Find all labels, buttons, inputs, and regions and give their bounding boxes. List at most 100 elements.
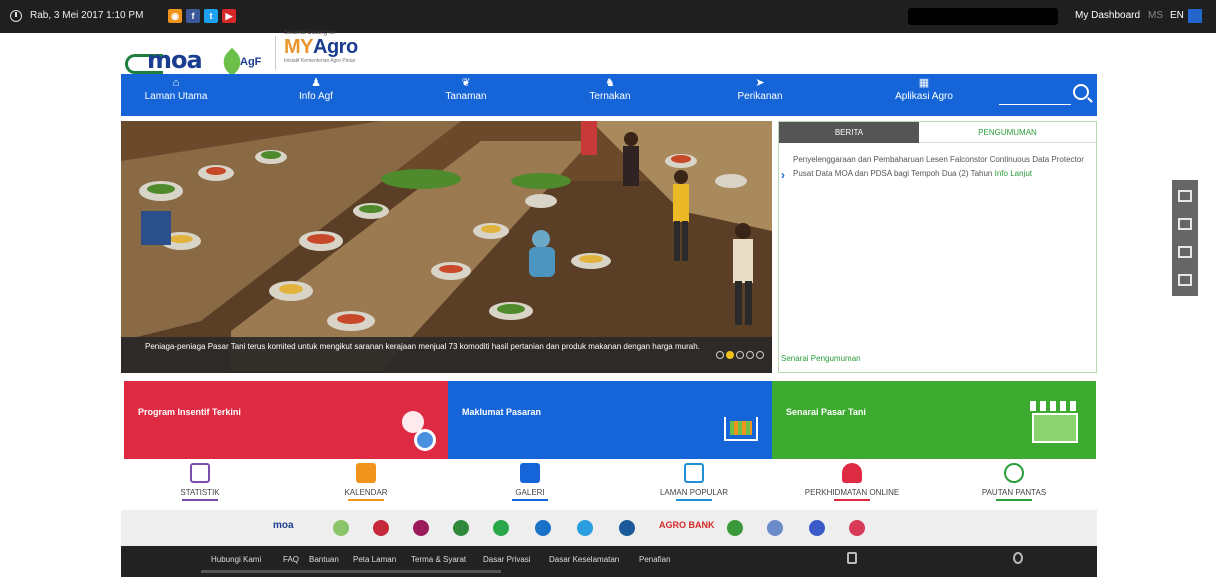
myagro-title-agro: Agro	[313, 36, 358, 58]
quick-link-statistik[interactable]: STATISTIK	[140, 463, 260, 501]
document-icon[interactable]	[1178, 218, 1192, 230]
info-lanjut-link[interactable]: Info Lanjut	[995, 169, 1032, 178]
search-icon[interactable]	[1073, 84, 1089, 100]
partner-logo[interactable]	[727, 520, 743, 536]
facebook-icon[interactable]: f	[186, 9, 200, 23]
partner-logo[interactable]	[373, 520, 389, 536]
slider-dot[interactable]	[716, 351, 724, 359]
side-toolbar	[1172, 180, 1198, 296]
announcement-item[interactable]: Penyelenggaraan dan Pembaharuan Lesen Fa…	[793, 153, 1091, 181]
lang-ms-button[interactable]: MS	[1148, 10, 1163, 21]
announcement-text: Penyelenggaraan dan Pembaharuan Lesen Fa…	[793, 155, 1084, 178]
nav-label: Info Agf	[299, 91, 333, 102]
agf-logo[interactable]: AgF	[217, 47, 264, 77]
slider-dot[interactable]	[746, 351, 754, 359]
underline	[348, 499, 384, 501]
footer-link-peta-laman[interactable]: Peta Laman	[353, 555, 396, 564]
fish-icon: ➤	[755, 77, 765, 89]
update-icon	[1013, 552, 1023, 564]
partner-logo[interactable]	[577, 520, 593, 536]
moa-logo[interactable]: moa	[125, 46, 215, 74]
current-datetime: Rab, 3 Mei 2017 1:10 PM	[30, 10, 144, 21]
search-input[interactable]	[999, 104, 1071, 105]
partner-moa-logo[interactable]: moa	[273, 520, 294, 531]
nav-item-info-agf[interactable]: ♟ Info Agf	[261, 77, 371, 103]
nav-item-perikanan[interactable]: ➤ Perikanan	[705, 77, 815, 103]
apps-icon: ▦	[918, 77, 930, 89]
info-agf-icon: ♟	[311, 77, 321, 89]
qr-icon[interactable]	[1178, 246, 1192, 258]
hero-caption-bar: Peniaga-peniaga Pasar Tani terus komited…	[121, 337, 772, 373]
moa-logo-text: moa	[147, 46, 203, 74]
footer-link-dasar-keselamatan[interactable]: Dasar Keselamatan	[549, 555, 619, 564]
lang-en-button[interactable]: EN	[1170, 10, 1184, 21]
partner-agrobank-logo[interactable]: AGRO BANK	[659, 520, 715, 530]
footer: Hubungi Kami FAQ Bantuan Peta Laman Term…	[121, 546, 1097, 577]
quick-link-galeri[interactable]: GALERI	[470, 463, 590, 501]
quick-link-perkhidmatan-online[interactable]: PERKHIDMATAN ONLINE	[792, 463, 912, 501]
tab-berita[interactable]: BERITA	[779, 122, 919, 143]
my-dashboard-link[interactable]: My Dashboard	[1075, 10, 1140, 21]
quick-link-pautan-pantas[interactable]: PAUTAN PANTAS	[954, 463, 1074, 501]
main-nav: ⌂ Laman Utama ♟ Info Agf ❦ Tanaman ♞ Ter…	[121, 74, 1097, 116]
slider-dot[interactable]	[756, 351, 764, 359]
quick-link-label: PAUTAN PANTAS	[981, 488, 1047, 497]
footer-link-hubungi-kami[interactable]: Hubungi Kami	[211, 555, 261, 564]
footer-link-bantuan[interactable]: Bantuan	[309, 555, 339, 564]
underline	[996, 499, 1032, 501]
partner-logo[interactable]	[809, 520, 825, 536]
tile-maklumat-pasaran[interactable]: Maklumat Pasaran	[448, 381, 772, 459]
tab-pengumuman[interactable]: PENGUMUMAN	[919, 122, 1096, 143]
myagro-title: MYAgro	[284, 36, 404, 58]
plant-icon: ❦	[461, 77, 471, 89]
agf-logo-text: AgF	[240, 56, 262, 68]
slider-dots	[716, 351, 768, 359]
chevron-right-icon[interactable]: ›	[781, 168, 785, 182]
underline	[182, 499, 218, 501]
visitor-icon	[847, 552, 857, 564]
home-icon: ⌂	[172, 77, 180, 89]
partner-logo[interactable]	[535, 520, 551, 536]
slider-dot[interactable]	[736, 351, 744, 359]
nav-label: Laman Utama	[144, 91, 208, 102]
tile-program-insentif[interactable]: Program Insentif Terkini	[124, 381, 448, 459]
footer-link-faq[interactable]: FAQ	[283, 555, 299, 564]
market-photo	[121, 121, 772, 373]
youtube-icon[interactable]: ▶	[222, 9, 236, 23]
nav-item-tanaman[interactable]: ❦ Tanaman	[411, 77, 521, 103]
partner-logo[interactable]	[493, 520, 509, 536]
twitter-icon[interactable]: t	[204, 9, 218, 23]
target-icon	[414, 429, 436, 451]
quick-link-label: STATISTIK	[180, 488, 220, 497]
footer-link-penafian[interactable]: Penafian	[639, 555, 671, 564]
hero-slider[interactable]: Peniaga-peniaga Pasar Tani terus komited…	[121, 121, 772, 373]
tile-senarai-pasar-tani[interactable]: Senarai Pasar Tani	[772, 381, 1096, 459]
partner-logo[interactable]	[767, 520, 783, 536]
partner-logo[interactable]	[619, 520, 635, 536]
partner-logo[interactable]	[413, 520, 429, 536]
quick-link-label: LAMAN POPULAR	[659, 488, 729, 497]
slider-dot-active[interactable]	[726, 351, 734, 359]
footer-link-dasar-privasi[interactable]: Dasar Privasi	[483, 555, 531, 564]
quick-link-label: GALERI	[515, 488, 545, 497]
nav-item-laman-utama[interactable]: ⌂ Laman Utama	[121, 77, 231, 103]
statistics-icon	[190, 463, 210, 483]
myagro-logo[interactable]: Selamat Datang ke MYAgro Inisiatif Kemen…	[284, 30, 404, 70]
nav-item-aplikasi-agro[interactable]: ▦ Aplikasi Agro	[869, 77, 979, 103]
quick-link-kalendar[interactable]: KALENDAR	[306, 463, 426, 501]
print-icon[interactable]	[1178, 274, 1192, 286]
rss-icon[interactable]: ◉	[168, 9, 182, 23]
senarai-pengumuman-link[interactable]: Senarai Pengumuman	[781, 354, 861, 363]
accessibility-toggle[interactable]	[1188, 9, 1202, 23]
popular-page-icon	[684, 463, 704, 483]
comment-icon[interactable]	[1178, 190, 1192, 202]
partner-logo[interactable]	[453, 520, 469, 536]
quick-link-laman-popular[interactable]: LAMAN POPULAR	[634, 463, 754, 501]
partner-logo[interactable]	[333, 520, 349, 536]
quick-link-label: PERKHIDMATAN ONLINE	[804, 488, 900, 497]
footer-link-terma-syarat[interactable]: Terma & Syarat	[411, 555, 466, 564]
partner-logo[interactable]	[849, 520, 865, 536]
nav-item-ternakan[interactable]: ♞ Ternakan	[555, 78, 665, 103]
nav-label: Ternakan	[589, 91, 631, 102]
cart-icon	[724, 417, 758, 441]
